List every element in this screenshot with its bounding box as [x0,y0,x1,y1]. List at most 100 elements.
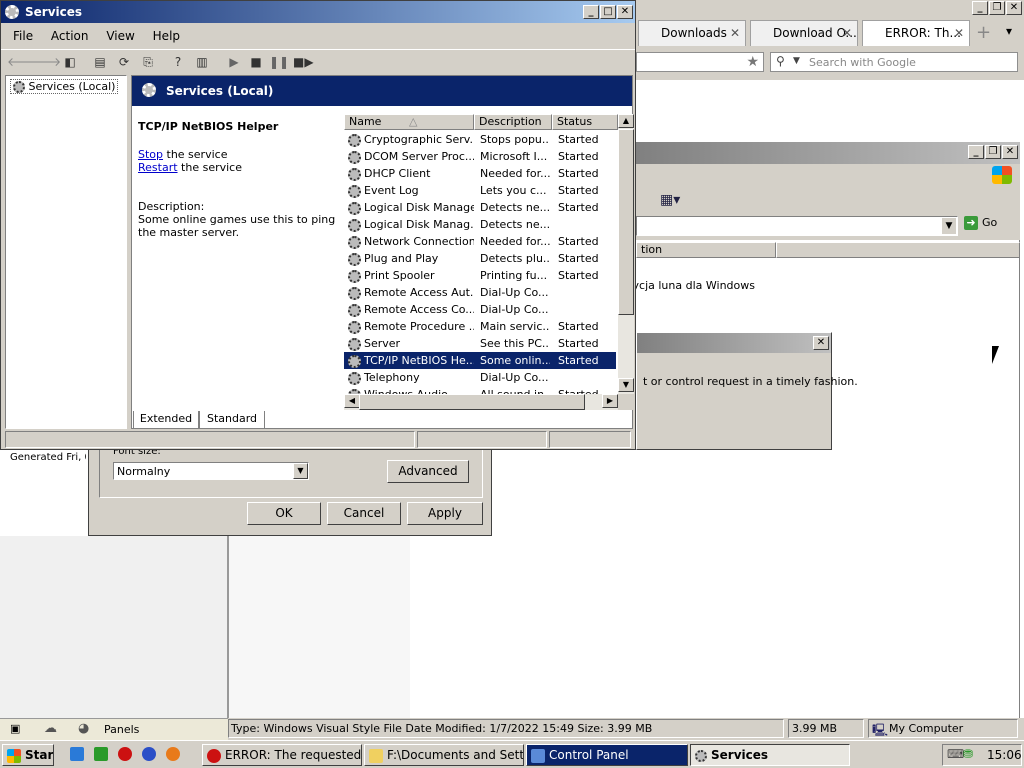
cancel-button[interactable]: Cancel [327,502,401,525]
panels-label[interactable]: Panels [104,723,139,736]
taskbar-item-control-panel[interactable]: Control Panel [526,744,688,766]
search-box[interactable]: ⚲ ▼ Search with Google [770,52,1018,72]
chevron-down-icon[interactable]: ▼ [942,218,956,234]
back-arrow-icon[interactable]: 🡐 [7,54,39,70]
menu-help[interactable]: Help [153,29,180,43]
tray-app-icon[interactable]: ⛃ [963,747,973,761]
table-row[interactable]: Logical Disk Manager Detects ne... Started [344,199,616,216]
panel-toggle-icon[interactable]: ▣ [10,722,20,735]
show-hide-tree-icon[interactable]: ◧ [61,54,79,70]
table-row[interactable]: Network Connections Needed for... Started [344,233,616,250]
services-titlebar[interactable]: Services [1,1,635,23]
green-arrow-icon[interactable] [94,747,108,761]
menu-file[interactable]: File [13,29,33,43]
minimize-button[interactable]: _ [583,5,599,19]
menu-view[interactable]: View [106,29,134,43]
error-dialog-close-button[interactable]: ✕ [813,336,829,350]
explorer-restore-button[interactable]: ❐ [985,145,1001,159]
browser-tab-error[interactable]: ERROR: Th... ✕ [862,20,970,46]
explorer-column-header-2[interactable] [776,242,1020,258]
column-header-name[interactable]: Name △ [344,114,474,130]
table-row[interactable]: Remote Access Aut... Dial-Up Co... [344,284,616,301]
opera-icon[interactable] [118,747,132,761]
url-bar[interactable]: ★ [636,52,764,72]
go-button[interactable]: ➜ Go [964,216,1016,236]
table-row[interactable]: DCOM Server Proc... Microsoft I... Started [344,148,616,165]
horizontal-scrollbar[interactable]: ◀ ▶ [344,394,618,410]
table-row[interactable]: Logical Disk Manag... Detects ne... [344,216,616,233]
menu-action[interactable]: Action [51,29,89,43]
table-row[interactable]: TCP/IP NetBIOS He... Some onlin... Started [344,352,616,369]
table-row[interactable]: DHCP Client Needed for... Started [344,165,616,182]
taskbar-item-services[interactable]: Services [690,744,850,766]
network-icon[interactable]: ⌨ [947,747,964,761]
ok-button[interactable]: OK [247,502,321,525]
firefox-close-button[interactable]: ✕ [1006,1,1022,15]
clock[interactable]: 15:06 [987,748,1022,762]
font-size-select[interactable]: Normalny ▼ [113,462,309,480]
apply-button[interactable]: Apply [407,502,483,525]
explorer-close-button[interactable]: ✕ [1002,145,1018,159]
export-list-icon[interactable]: ⎘ [139,54,157,70]
advanced-button[interactable]: Advanced [387,460,469,483]
internet-explorer-icon[interactable] [70,747,84,761]
restart-link[interactable]: Restart [138,161,178,174]
stop-link[interactable]: Stop [138,148,163,161]
table-row[interactable]: Plug and Play Detects plu... Started [344,250,616,267]
explorer-list-item[interactable]: rycja luna dla Windows [628,279,755,292]
scroll-down-icon[interactable]: ▼ [618,378,634,392]
table-row[interactable]: Remote Access Co... Dial-Up Co... [344,301,616,318]
vertical-scrollbar[interactable]: ▲ ▼ [618,114,634,394]
table-row[interactable]: Server See this PC... Started [344,335,616,352]
properties-icon[interactable]: ▤ [91,54,109,70]
tab-list-chevron-down-icon[interactable]: ▾ [1006,24,1012,38]
bookmark-star-icon[interactable]: ★ [746,54,759,70]
refresh-icon[interactable]: ⟳ [115,54,133,70]
forward-arrow-icon[interactable]: 🡒 [29,54,61,70]
firefox-restore-button[interactable]: ❐ [989,1,1005,15]
close-icon[interactable]: ✕ [842,21,852,45]
console-icon[interactable]: ▥ [193,54,211,70]
close-icon[interactable]: ✕ [954,21,964,45]
table-row[interactable]: Remote Procedure ... Main servic... Starte… [344,318,616,335]
tree-item-services-local[interactable]: Services (Local) [10,79,119,94]
explorer-column-header[interactable]: tion [636,242,776,258]
table-row[interactable]: Cryptographic Serv... Stops popu... Starte… [344,131,616,148]
tab-standard[interactable]: Standard [199,411,265,429]
scroll-left-icon[interactable]: ◀ [344,394,360,408]
cloud-icon[interactable]: ☁ [44,721,57,736]
table-row[interactable]: Telephony Dial-Up Co... [344,369,616,386]
taskbar-item-folder[interactable]: F:\Documents and Settin... [364,744,524,766]
browser-tab-download-options[interactable]: Download O... ✕ [750,20,858,46]
firefox-minimize-button[interactable]: _ [972,1,988,15]
play-icon[interactable]: ▶ [225,54,243,70]
views-icon[interactable]: ▦▾ [660,192,680,208]
table-row[interactable]: Print Spooler Printing fu... Started [344,267,616,284]
column-header-description[interactable]: Description [474,114,552,130]
scroll-thumb-horizontal[interactable] [359,394,585,410]
chevron-down-icon[interactable]: ▼ [793,56,800,66]
close-icon[interactable]: ✕ [730,21,740,45]
pause-icon[interactable]: ❚❚ [269,54,289,70]
scroll-thumb[interactable] [618,129,634,315]
panels-icon[interactable]: ◕ [78,721,89,736]
maximize-button[interactable]: □ [600,5,616,19]
firefox-icon[interactable] [142,747,156,761]
start-button[interactable]: Start [2,744,54,766]
column-header-status[interactable]: Status [552,114,618,130]
scroll-right-icon[interactable]: ▶ [602,394,618,408]
new-tab-plus-icon[interactable]: + [976,22,991,43]
explorer-minimize-button[interactable]: _ [968,145,984,159]
table-row[interactable]: Event Log Lets you c... Started [344,182,616,199]
stop-icon[interactable]: ■ [247,54,265,70]
chevron-down-icon[interactable]: ▼ [293,463,308,479]
tab-extended[interactable]: Extended [133,411,199,429]
taskbar-item-error[interactable]: ERROR: The requested ... [202,744,362,766]
close-button[interactable]: ✕ [617,5,633,19]
address-input[interactable]: ▼ [636,216,958,236]
restart-icon[interactable]: ■▶ [293,54,314,70]
help-icon[interactable]: ? [169,54,187,70]
scroll-up-icon[interactable]: ▲ [618,114,634,128]
browser-tab-downloads[interactable]: Downloads ✕ [638,20,746,46]
media-player-icon[interactable] [166,747,180,761]
